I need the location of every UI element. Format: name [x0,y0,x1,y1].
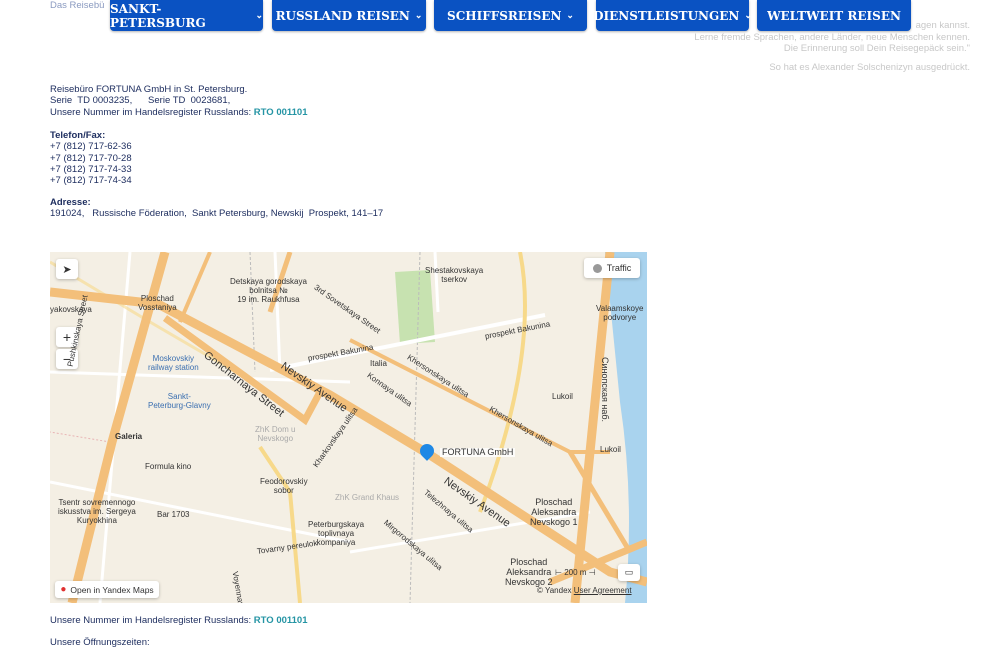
map-label: Formula kino [145,462,192,471]
map-label: Shestakovskaya tserkov [425,266,484,284]
chevron-down-icon: ⌄ [255,10,263,21]
quote-line: Die Erinnerung soll Dein Reisegepäck sei… [783,43,970,54]
map-label: Galeria [115,432,143,441]
register-label: Unsere Nummer im Handelsregister Russlan… [50,615,252,626]
yandex-map[interactable]: ➤ + − Traffic ● Open in Yandex Maps ▭ ⊢ 2… [50,252,647,603]
nav-label: SANKT-PETERSBURG [110,1,206,30]
scale-bar: ⊢ 200 m ⊣ [555,568,596,577]
copyright: © Yandex User Agreement [537,586,632,595]
marker-label: FORTUNA GmbH [440,447,516,457]
opening-hours-label: Unsere Öffnungszeiten: [50,637,150,648]
quote: agen kannst. Lerne fremde Sprachen, ande… [694,20,970,73]
phone-block: Telefon/Fax: +7 (812) 717-62-36 +7 (812)… [50,130,132,186]
nav-sankt-petersburg[interactable]: SANKT-PETERSBURG ⌄ [110,0,263,31]
address-label: Adresse: [50,197,91,208]
map-label: Valaamskoye podvorye [596,304,644,322]
quote-line: Lerne fremde Sprachen, andere Länder, ne… [694,31,970,43]
register-line: Unsere Nummer im Handelsregister Russlan… [50,107,308,118]
map-label: ZhK Dom u Nevskogo [255,425,296,443]
ruler-button[interactable]: ▭ [618,564,640,581]
user-agreement-link[interactable]: User Agreement [574,586,632,595]
location-marker-icon[interactable] [417,441,437,464]
chevron-down-icon: ⌄ [414,10,423,21]
chevron-down-icon: ⌄ [744,10,752,21]
phone-number[interactable]: +7 (812) 717-74-33 [50,164,132,175]
nav-russland-reisen[interactable]: RUSSLAND REISEN ⌄ [272,0,426,31]
license-series: Serie TD 0003235, Serie TD 0023681, [50,95,231,107]
map-label: Ploschad Aleksandra Nevskogo 2 [505,557,553,587]
company-info: Reisebüro FORTUNA GmbH in St. Petersburg… [50,84,308,118]
ruler-icon: ▭ [624,567,634,577]
phone-number[interactable]: +7 (812) 717-62-36 [50,141,132,152]
quote-author: So hat es Alexander Solschenizyn ausgedr… [769,61,970,73]
map-pin-icon: ● [60,584,67,595]
map-label: Moskovskiy railway station [148,354,199,372]
map-label: Sankt- Peterburg-Glavny [148,392,211,410]
register-value: RTO 001101 [253,615,308,626]
map-label: Tsentr sovremennogo iskusstva im. Sergey… [58,498,136,525]
map-label: Feodorovskiy sobor [260,477,308,495]
map-label: Detskaya gorodskaya bolnitsa № 19 im. Ra… [230,277,307,304]
bottom-register: Unsere Nummer im Handelsregister Russlan… [50,615,308,626]
address-value: 191024, Russische Föderation, Sankt Pete… [50,208,384,220]
map-label: Ploschad Aleksandra Nevskogo 1 [530,497,578,527]
traffic-icon [592,263,602,273]
map-label: ZhK Grand Khaus [335,493,400,502]
register-value: RTO 001101 [253,106,308,118]
open-in-yandex-maps[interactable]: ● Open in Yandex Maps [55,581,159,598]
phone-label: Telefon/Fax: [50,130,106,141]
traffic-label: Traffic [606,263,632,273]
company-name: Reisebüro FORTUNA GmbH in St. Petersburg… [50,84,248,95]
geolocation-button[interactable]: ➤ [56,259,78,279]
scale-label: 200 m [564,568,587,577]
location-arrow-icon: ➤ [62,263,72,276]
map-label: Italia [370,359,387,368]
traffic-button[interactable]: Traffic [584,258,640,278]
register-label: Unsere Nummer im Handelsregister Russlan… [50,106,252,118]
map-label: Lukoil [600,445,621,454]
map-label: Bar 1703 [157,510,190,519]
map-label: Lukoil [552,392,573,401]
quote-line: agen kannst. [915,20,970,31]
nav-label: RUSSLAND REISEN [275,8,410,23]
street-label: Синопская наб. [600,357,610,423]
map-label: Ploschad Vosstaniya [138,294,177,312]
phone-number[interactable]: +7 (812) 717-74-34 [50,175,132,186]
phone-number[interactable]: +7 (812) 717-70-28 [50,153,132,164]
chevron-down-icon: ⌄ [566,10,574,21]
open-label: Open in Yandex Maps [70,584,154,595]
nav-schiffsreisen[interactable]: SCHIFFSREISEN ⌄ [434,0,587,31]
copyright-label: © Yandex [537,586,572,595]
faint-header-text: Das Reisebü [50,0,105,11]
address-block: Adresse: 191024, Russische Föderation, S… [50,197,383,220]
nav-label: SCHIFFSREISEN [447,8,562,23]
